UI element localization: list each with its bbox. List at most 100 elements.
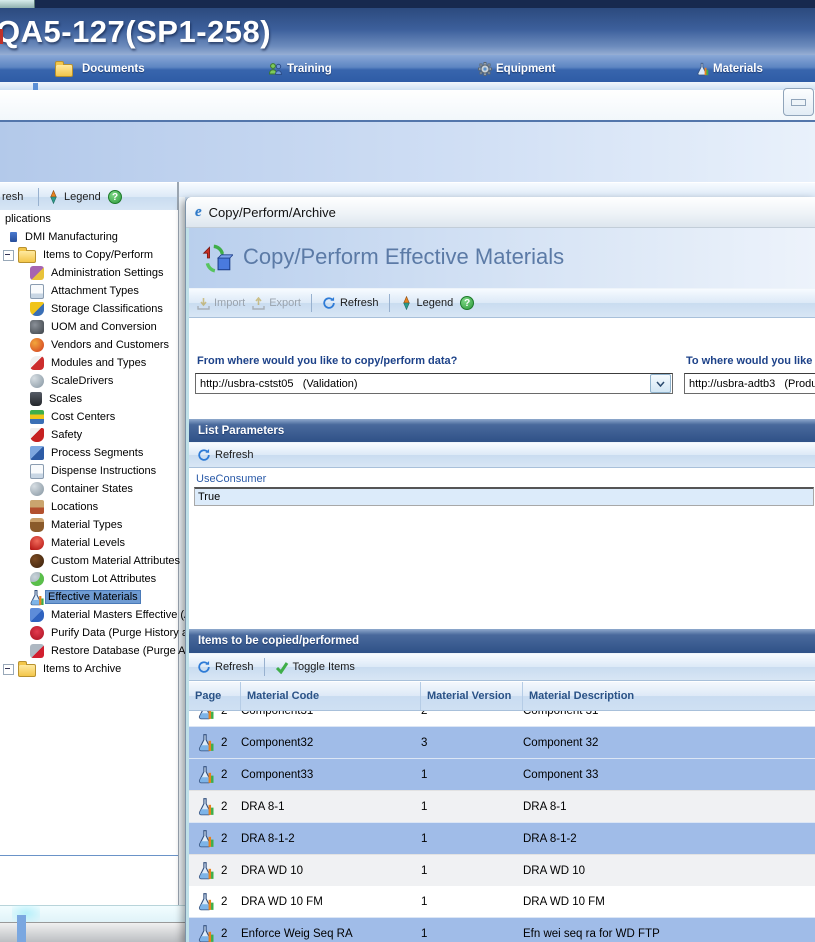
table-row[interactable]: 2 DRA WD 10 1 DRA WD 10 [189,854,815,886]
dialog-titlebar[interactable]: e Copy/Perform/Archive [186,197,815,228]
dialog-title: Copy/Perform/Archive [209,205,336,220]
refresh-button[interactable]: Refresh [197,660,254,674]
tree-item-process-segments[interactable]: Process Segments [0,444,178,462]
tree-item-safety[interactable]: Safety [0,426,178,444]
table-row[interactable]: 2 Component33 1 Component 33 [189,758,815,790]
flask-icon [189,924,221,942]
vendors-icon [30,338,44,352]
toolbar-separator [389,294,390,312]
tree-item-items-to-copy-perform[interactable]: Items to Copy/Perform [0,246,178,264]
useconsumer-input[interactable]: True [194,487,814,506]
table-row[interactable]: 2 Enforce Weig Seq RA 1 Efn wei seq ra f… [189,917,815,942]
tree-item-attachment-types[interactable]: Attachment Types [0,282,178,300]
legend-button[interactable]: Legend [400,296,454,310]
tree-item-effective-materials[interactable]: Effective Materials [0,588,178,606]
refresh-icon [197,660,211,674]
jar-icon [30,518,44,532]
cell-page: 2 [221,801,241,813]
tree-item-modules-and-types[interactable]: Modules and Types [0,354,178,372]
table-row[interactable]: 2 DRA 8-1-2 1 DRA 8-1-2 [189,822,815,854]
to-select[interactable]: http://usbra-adtb3 (Production) [684,373,815,394]
column-header-material-version[interactable]: Material Version [421,682,523,710]
menu-equipment[interactable]: Equipment [478,55,555,82]
refresh-button[interactable]: Refresh [322,296,379,310]
restore-button[interactable] [783,88,814,116]
table-row[interactable]: 2 DRA WD 10 FM 1 DRA WD 10 FM [189,886,815,917]
tree-item-dmi-manufacturing[interactable]: DMI Manufacturing [0,228,178,246]
menu-training[interactable]: Training [268,55,332,82]
ie-icon: e [195,204,202,221]
tree-item-applications[interactable]: plications [0,210,178,228]
tree-item-scales[interactable]: Scales [0,390,178,408]
tree-item-dispense-instructions[interactable]: Dispense Instructions [0,462,178,480]
gears-icon [30,374,44,388]
tree-item-scaledrivers[interactable]: ScaleDrivers [0,372,178,390]
folder-icon [18,664,36,677]
cell-code: DRA 8-1 [241,801,421,813]
legend-label: Legend [64,191,101,203]
tree-item-cost-centers[interactable]: Cost Centers [0,408,178,426]
chevron-down-icon[interactable] [650,374,671,393]
tree-item-administration-settings[interactable]: Administration Settings [0,264,178,282]
tree-item-custom-lot-attributes[interactable]: Custom Lot Attributes [0,570,178,588]
tree-label: Modules and Types [49,357,148,369]
tree-item-container-states[interactable]: Container States [0,480,178,498]
tree-item-material-types[interactable]: Material Types [0,516,178,534]
import-button[interactable]: Import [197,297,245,310]
tree-item-storage-classifications[interactable]: Storage Classifications [0,300,178,318]
clipped-row-wrap: 2 Component31 2 Component 31 [189,711,815,726]
flask-icon [189,765,221,784]
copy-perform-icon [201,242,233,274]
column-header-material-code[interactable]: Material Code [241,682,421,710]
tree-item-custom-material-attributes[interactable]: Custom Material Attributes [0,552,178,570]
refresh-button[interactable]: Refresh [197,448,254,462]
table-row[interactable]: 2 DRA 8-1 1 DRA 8-1 [189,790,815,822]
tree-item-items-to-archive[interactable]: Items to Archive [0,660,178,678]
cell-version: 1 [421,833,523,845]
export-button[interactable]: Export [252,297,301,310]
cell-code: Component31 [241,711,421,717]
shield-yellow-icon [30,302,44,316]
tree-item-material-levels[interactable]: Material Levels [0,534,178,552]
check-icon [275,661,289,674]
column-header-page[interactable]: Page [189,682,241,710]
collapse-icon[interactable] [3,250,14,261]
export-label: Export [269,297,301,309]
from-select[interactable]: http://usbra-cstst05 (Validation) [195,373,673,394]
collapse-icon[interactable] [3,664,14,675]
menu-materials[interactable]: Materials [695,55,763,82]
help-icon[interactable]: ? [460,296,474,310]
items-section-band: Items to be copied/performed [189,629,815,653]
from-label: From where would you like to copy/perfor… [197,355,457,367]
restore-icon [30,644,44,658]
table-row[interactable]: 2 Component32 3 Component 32 [189,726,815,758]
shield-red-icon [30,428,44,442]
tree-label: plications [3,213,53,225]
cell-version: 1 [421,801,523,813]
tree-item-uom-and-conversion[interactable]: UOM and Conversion [0,318,178,336]
legend-icon [400,296,413,310]
tree-item-material-masters-effective[interactable]: Material Masters Effective (A [0,606,178,624]
badge-red-icon [30,626,44,640]
useconsumer-label: UseConsumer [196,473,266,485]
cell-page: 2 [221,865,241,877]
column-header-material-description[interactable]: Material Description [523,682,815,710]
table-row[interactable]: 2 Component31 2 Component 31 [189,711,815,726]
scrollbar-thumb[interactable] [17,915,26,942]
refresh-button-clipped[interactable]: resh [2,183,23,211]
tree-item-vendors-and-customers[interactable]: Vendors and Customers [0,336,178,354]
tree-label: Container States [49,483,135,495]
export-icon [252,297,265,310]
toolbar-separator [311,294,312,312]
tree-item-purify-data[interactable]: Purify Data (Purge History a [0,624,178,642]
legend-button[interactable]: Legend [47,183,101,211]
cell-code: DRA 8-1-2 [241,833,421,845]
toggle-items-button[interactable]: Toggle Items [275,661,355,674]
tree-label: Purify Data (Purge History a [49,627,190,639]
refresh-icon [322,296,336,310]
cell-page: 2 [221,711,241,717]
help-button[interactable]: ? [108,183,122,211]
tree-item-restore-database[interactable]: Restore Database (Purge All [0,642,178,660]
menu-documents[interactable]: Documents [55,55,145,82]
tree-item-locations[interactable]: Locations [0,498,178,516]
